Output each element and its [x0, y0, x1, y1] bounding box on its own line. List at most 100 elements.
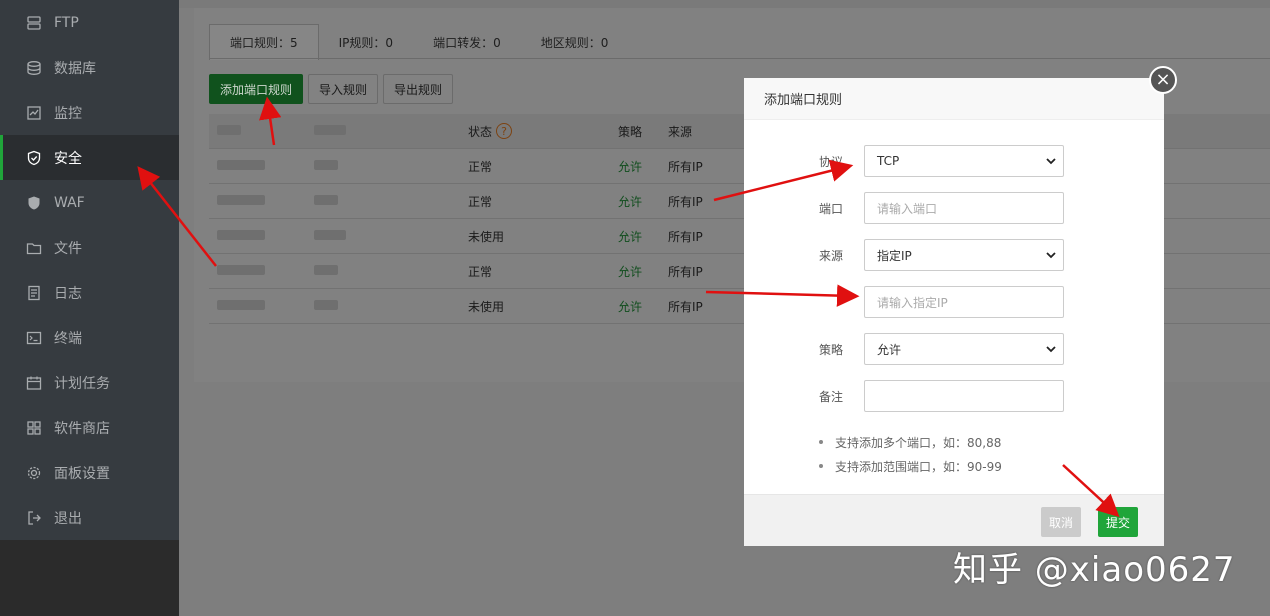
tab-bar: 端口规则：5 IP规则：0 端口转发：0 地区规则：0 [209, 24, 628, 60]
sidebar-item-label: 文件 [54, 240, 82, 257]
redacted-cell [217, 229, 265, 243]
row-source: 所有IP [668, 194, 703, 209]
protocol-select[interactable]: TCP [864, 145, 1064, 177]
row-policy: 允许 [618, 159, 643, 174]
tips-list: 支持添加多个端口，如：80,88 支持添加范围端口，如：90-99 [819, 430, 1002, 478]
tab-region-rules[interactable]: 地区规则：0 [521, 24, 629, 60]
header-policy: 策略 [618, 124, 643, 139]
redacted-cell [314, 194, 338, 208]
add-port-rule-button[interactable]: 添加端口规则 [209, 74, 304, 104]
sidebar-item-logout[interactable]: 退出 [0, 495, 179, 540]
source-label: 来源 [819, 248, 844, 263]
sidebar-item-label: FTP [54, 14, 79, 31]
tab-divider [209, 58, 1270, 59]
row-status: 未使用 [468, 299, 505, 314]
sidebar-item-label: 软件商店 [54, 420, 110, 437]
redacted-header [217, 124, 241, 138]
row-source: 所有IP [668, 299, 703, 314]
help-icon[interactable]: ? [496, 123, 513, 139]
row-status: 正常 [468, 159, 493, 174]
port-row: 端口 请输入端口 [744, 192, 1164, 224]
header-status-label: 状态 [468, 124, 493, 139]
sidebar-item-label: 面板设置 [54, 465, 110, 482]
policy-row: 策略 允许 [744, 333, 1164, 365]
sidebar: FTP 数据库 监控 安全 WAF 文件 日志 终端 计划任务 软件商店 面板设… [0, 0, 179, 616]
dialog-footer: 取消 提交 [744, 494, 1164, 546]
sidebar-item-cron[interactable]: 计划任务 [0, 360, 179, 405]
calendar-icon [25, 374, 42, 391]
row-policy: 允许 [618, 264, 643, 279]
tab-ip-rules[interactable]: IP规则：0 [319, 24, 413, 60]
row-status: 正常 [468, 194, 493, 209]
sidebar-item-ftp[interactable]: FTP [0, 0, 179, 45]
submit-button[interactable]: 提交 [1098, 507, 1139, 537]
tip-item: 支持添加范围端口，如：90-99 [819, 454, 1002, 478]
sidebar-menu: FTP 数据库 监控 安全 WAF 文件 日志 终端 计划任务 软件商店 面板设… [0, 0, 179, 540]
add-port-rule-dialog: 添加端口规则 × 协议 TCP 端口 请输入端口 来源 指定IP 请输入指定IP… [744, 66, 1177, 546]
chevron-down-icon [1046, 158, 1056, 165]
port-input[interactable]: 请输入端口 [864, 192, 1064, 224]
remark-input[interactable] [864, 380, 1064, 412]
sidebar-item-waf[interactable]: WAF [0, 180, 179, 225]
sidebar-item-database[interactable]: 数据库 [0, 45, 179, 90]
source-row: 来源 指定IP [744, 239, 1164, 271]
chevron-down-icon [1046, 346, 1056, 353]
grid-icon [25, 419, 42, 436]
row-source: 所有IP [668, 229, 703, 244]
sidebar-item-label: 计划任务 [54, 375, 110, 392]
source-select[interactable]: 指定IP [864, 239, 1064, 271]
remark-row: 备注 [744, 380, 1164, 412]
log-icon [25, 284, 42, 301]
close-icon[interactable]: × [1149, 66, 1177, 94]
sidebar-item-terminal[interactable]: 终端 [0, 315, 179, 360]
terminal-icon [25, 329, 42, 346]
sidebar-item-label: 数据库 [54, 60, 96, 77]
policy-value: 允许 [877, 342, 902, 357]
sidebar-item-logs[interactable]: 日志 [0, 270, 179, 315]
ftp-icon [25, 14, 42, 31]
sidebar-item-label: 终端 [54, 330, 82, 347]
dialog-title: 添加端口规则 [744, 78, 1164, 120]
row-policy: 允许 [618, 229, 643, 244]
row-policy: 允许 [618, 299, 643, 314]
monitor-icon [25, 104, 42, 121]
sidebar-item-label: 监控 [54, 105, 82, 122]
waf-shield-icon [25, 194, 42, 211]
chevron-down-icon [1046, 252, 1056, 259]
export-rules-button[interactable]: 导出规则 [383, 74, 454, 104]
protocol-value: TCP [877, 154, 900, 168]
sidebar-item-label: 安全 [54, 150, 82, 167]
remark-label: 备注 [819, 389, 844, 404]
row-status: 未使用 [468, 229, 505, 244]
row-source: 所有IP [668, 159, 703, 174]
header-source: 来源 [668, 124, 693, 139]
redacted-cell [314, 159, 338, 173]
sidebar-item-label: WAF [54, 194, 85, 211]
toolbar: 添加端口规则 导入规则 导出规则 [209, 74, 454, 104]
ip-row: 请输入指定IP [744, 286, 1164, 318]
sidebar-item-security[interactable]: 安全 [0, 135, 179, 180]
policy-label: 策略 [819, 342, 844, 357]
ip-input[interactable]: 请输入指定IP [864, 286, 1064, 318]
sidebar-item-settings[interactable]: 面板设置 [0, 450, 179, 495]
sidebar-item-files[interactable]: 文件 [0, 225, 179, 270]
policy-select[interactable]: 允许 [864, 333, 1064, 365]
redacted-cell [217, 194, 265, 208]
redacted-cell [217, 264, 265, 278]
sidebar-item-label: 日志 [54, 285, 82, 302]
sidebar-item-monitor[interactable]: 监控 [0, 90, 179, 135]
import-rules-button[interactable]: 导入规则 [308, 74, 379, 104]
tab-port-forward[interactable]: 端口转发：0 [413, 24, 521, 60]
folder-icon [25, 239, 42, 256]
row-policy: 允许 [618, 194, 643, 209]
tab-port-rules[interactable]: 端口规则：5 [209, 24, 319, 60]
database-icon [25, 59, 42, 76]
sidebar-item-store[interactable]: 软件商店 [0, 405, 179, 450]
cancel-button[interactable]: 取消 [1041, 507, 1082, 537]
protocol-row: 协议 TCP [744, 145, 1164, 177]
gear-icon [25, 464, 42, 481]
top-bar [179, 0, 1270, 8]
sidebar-item-label: 退出 [54, 510, 82, 527]
redacted-cell [217, 299, 265, 313]
redacted-cell [217, 159, 265, 173]
